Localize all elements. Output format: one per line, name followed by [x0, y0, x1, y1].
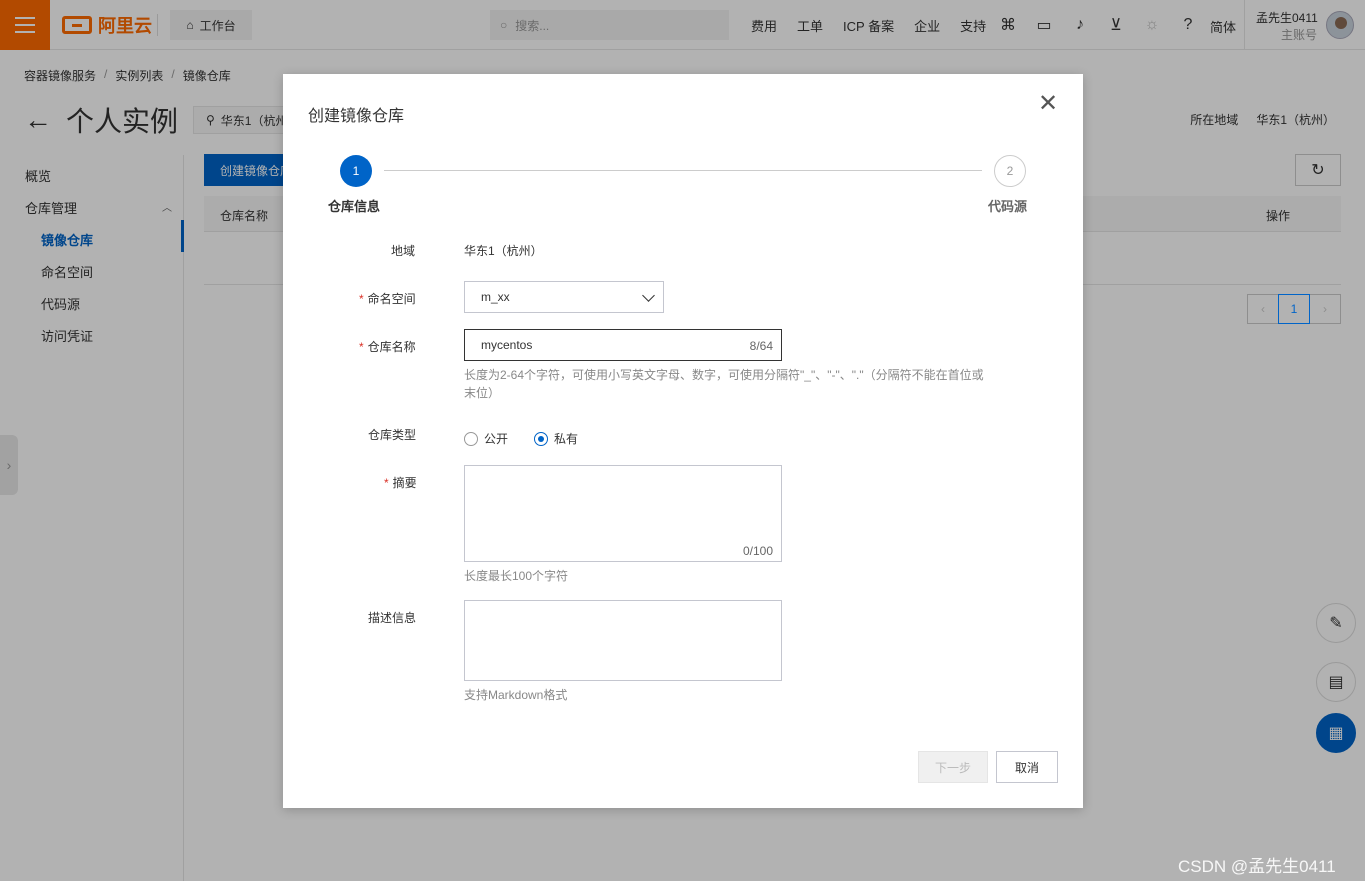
region-field-label: 地域	[391, 244, 416, 258]
namespace-field-label: * 命名空间	[359, 290, 416, 307]
step-connector	[384, 170, 982, 171]
repo-name-input[interactable]: mycentos 8/64	[464, 329, 782, 361]
namespace-selected-value: m_xx	[481, 290, 510, 304]
close-icon[interactable]: ✕	[1038, 92, 1058, 116]
region-field-value: 华东1（杭州）	[464, 244, 543, 258]
radio-private-label[interactable]: 私有	[554, 430, 578, 447]
required-marker: *	[359, 340, 364, 354]
description-field-label: 描述信息	[368, 611, 417, 625]
namespace-label-text: 命名空间	[367, 292, 416, 306]
dialog-title: 创建镜像仓库	[308, 108, 405, 125]
radio-private[interactable]	[534, 431, 549, 446]
next-step-button[interactable]: 下一步	[918, 751, 988, 783]
summary-hint: 长度最长100个字符	[464, 569, 569, 583]
radio-public[interactable]	[464, 431, 478, 446]
step-2-label: 代码源	[988, 199, 1028, 214]
description-textarea[interactable]	[464, 600, 782, 681]
repo-name-hint: 长度为2-64个字符，可使用小写英文字母、数字，可使用分隔符"_"、"-"、".…	[464, 368, 984, 400]
summary-char-count: 0/100	[742, 544, 773, 558]
watermark: CSDN @孟先生0411	[1178, 857, 1336, 876]
required-marker: *	[359, 292, 364, 306]
repo-name-label-text: 仓库名称	[367, 340, 416, 354]
repo-type-radio-group: 公开 私有	[464, 430, 598, 447]
chevron-down-icon	[642, 289, 655, 302]
description-hint: 支持Markdown格式	[464, 688, 568, 702]
summary-textarea[interactable]: 0/100	[464, 465, 782, 562]
repo-name-field-label: * 仓库名称	[359, 338, 416, 355]
radio-public-label[interactable]: 公开	[484, 430, 508, 447]
step-1-label: 仓库信息	[328, 199, 381, 214]
step-1-indicator: 1	[340, 155, 372, 187]
repo-name-char-count: 8/64	[749, 339, 773, 353]
create-repo-dialog: 创建镜像仓库 ✕ 1 2 仓库信息 代码源 地域 华东1（杭州） * 命名空间 m…	[283, 74, 1083, 808]
summary-field-label: * 摘要	[384, 474, 417, 491]
step-2-indicator: 2	[994, 155, 1026, 187]
namespace-select[interactable]: m_xx	[464, 281, 664, 313]
repo-name-value: mycentos	[481, 338, 533, 352]
summary-label-text: 摘要	[392, 476, 417, 490]
required-marker: *	[384, 476, 389, 490]
cancel-button[interactable]: 取消	[996, 751, 1058, 783]
repo-type-field-label: 仓库类型	[368, 428, 417, 442]
pager-current-page[interactable]: 1	[1278, 294, 1310, 324]
